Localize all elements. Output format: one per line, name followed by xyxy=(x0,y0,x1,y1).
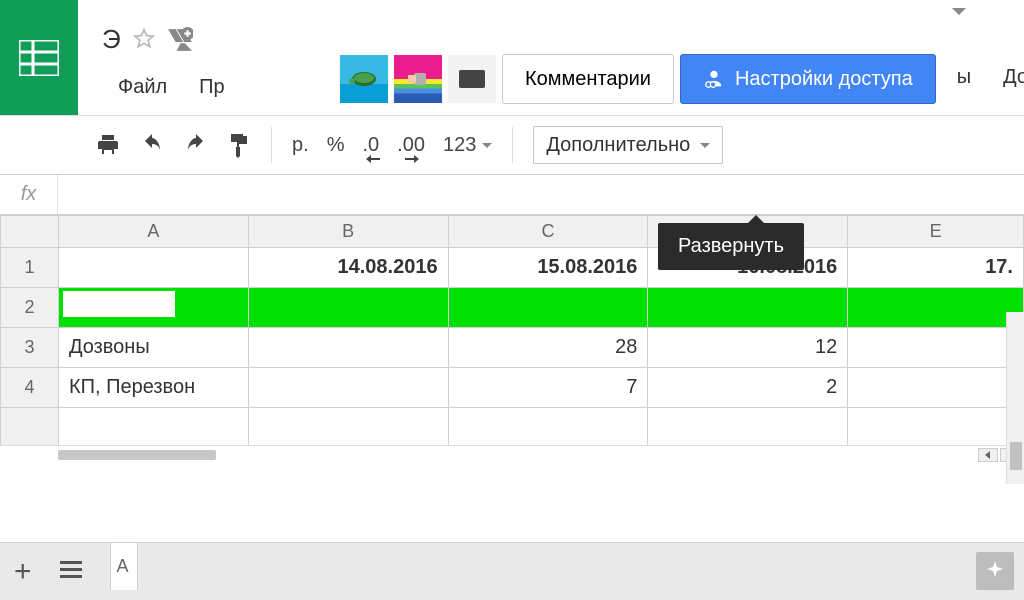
row-header-1[interactable]: 1 xyxy=(1,248,59,288)
cell-b4[interactable] xyxy=(248,368,448,408)
collaborator-avatar-turtle[interactable] xyxy=(340,55,388,103)
more-formats-label: Дополнительно xyxy=(546,134,690,157)
share-button[interactable]: Настройки доступа xyxy=(680,54,936,104)
cell-b1[interactable]: 14.08.2016 xyxy=(248,248,448,288)
add-sheet-button[interactable]: + xyxy=(14,555,32,589)
scroll-left-button[interactable] xyxy=(978,448,998,462)
sheet-tab[interactable]: A xyxy=(110,542,138,590)
col-header-a[interactable]: A xyxy=(58,216,248,248)
cell-a2[interactable] xyxy=(58,288,248,328)
cell-b5[interactable] xyxy=(248,408,448,446)
share-button-label: Настройки доступа xyxy=(735,68,913,91)
cell-c3[interactable]: 28 xyxy=(448,328,648,368)
header: Э Файл Пр д ст Комментарии xyxy=(0,0,1024,115)
doc-title[interactable]: Э xyxy=(102,24,121,55)
row-header-3[interactable]: 3 xyxy=(1,328,59,368)
formula-input[interactable] xyxy=(58,175,1024,214)
number-format-button[interactable]: 123 xyxy=(443,134,492,157)
cell-c1[interactable]: 15.08.2016 xyxy=(448,248,648,288)
cell-d2[interactable] xyxy=(648,288,848,328)
sheet-tab-bar: + A xyxy=(0,542,1024,600)
cell-b2[interactable] xyxy=(248,288,448,328)
account-dropdown-icon[interactable] xyxy=(952,8,966,15)
horizontal-scrollbar[interactable] xyxy=(58,450,216,460)
vertical-scrollbar[interactable] xyxy=(1006,312,1024,484)
cell-a5[interactable] xyxy=(58,408,248,446)
horizontal-scrollbar-area xyxy=(0,445,1024,463)
cell-d3[interactable]: 12 xyxy=(648,328,848,368)
col-header-b[interactable]: B xyxy=(248,216,448,248)
comments-button[interactable]: Комментарии xyxy=(502,54,674,104)
col-header-e[interactable]: E xyxy=(848,216,1024,248)
all-sheets-button[interactable] xyxy=(60,561,82,582)
percent-button[interactable]: % xyxy=(327,134,345,157)
spreadsheet-grid[interactable]: A B C D E 1 14.08.2016 15.08.2016 16.08.… xyxy=(0,215,1024,445)
row-header-5[interactable] xyxy=(1,408,59,446)
menu-right2[interactable]: До xyxy=(987,62,1024,93)
chevron-down-icon xyxy=(700,143,710,148)
cell-c5[interactable] xyxy=(448,408,648,446)
cell-e5[interactable] xyxy=(848,408,1024,446)
currency-button[interactable]: р. xyxy=(292,134,309,157)
cell-c2[interactable] xyxy=(448,288,648,328)
fx-label: fx xyxy=(0,175,58,214)
select-all-corner[interactable] xyxy=(1,216,59,248)
row-header-4[interactable]: 4 xyxy=(1,368,59,408)
move-to-drive-icon[interactable] xyxy=(167,27,191,51)
cell-a3[interactable]: Дозвоны xyxy=(58,328,248,368)
formula-bar: fx xyxy=(0,175,1024,215)
expand-tooltip: Развернуть xyxy=(658,223,804,270)
cell-e1[interactable]: 17. xyxy=(848,248,1024,288)
explore-button[interactable] xyxy=(976,552,1014,590)
print-icon[interactable] xyxy=(95,133,121,157)
cell-e4[interactable] xyxy=(848,368,1024,408)
row-header-2[interactable]: 2 xyxy=(1,288,59,328)
cell-a4[interactable]: КП, Перезвон xyxy=(58,368,248,408)
title-area: Э Файл Пр д ст Комментарии xyxy=(78,0,1024,103)
toolbar: р. % .0 .00 123 Дополнительно xyxy=(0,115,1024,175)
cell-d5[interactable] xyxy=(648,408,848,446)
redo-icon[interactable] xyxy=(183,133,209,157)
decrease-decimal-button[interactable]: .0 xyxy=(362,134,379,157)
paint-format-icon[interactable] xyxy=(227,132,251,158)
menu-file[interactable]: Файл xyxy=(102,72,183,103)
increase-decimal-button[interactable]: .00 xyxy=(397,134,425,157)
cell-b3[interactable] xyxy=(248,328,448,368)
cell-c4[interactable]: 7 xyxy=(448,368,648,408)
undo-icon[interactable] xyxy=(139,133,165,157)
collaborator-avatar-nyan[interactable] xyxy=(394,55,442,103)
menu-right1[interactable]: ы xyxy=(941,62,987,93)
cell-d4[interactable]: 2 xyxy=(648,368,848,408)
sheets-logo xyxy=(0,0,78,115)
col-header-c[interactable]: C xyxy=(448,216,648,248)
more-formats-dropdown[interactable]: Дополнительно xyxy=(533,126,723,164)
cell-e2[interactable] xyxy=(848,288,1024,328)
cell-a1[interactable] xyxy=(58,248,248,288)
collaborators: Комментарии Настройки доступа xyxy=(340,54,936,104)
collaborator-comment-icon[interactable] xyxy=(448,55,496,103)
share-icon xyxy=(703,68,725,90)
star-icon[interactable] xyxy=(133,28,155,50)
cell-e3[interactable] xyxy=(848,328,1024,368)
menu-edit[interactable]: Пр xyxy=(183,72,227,103)
